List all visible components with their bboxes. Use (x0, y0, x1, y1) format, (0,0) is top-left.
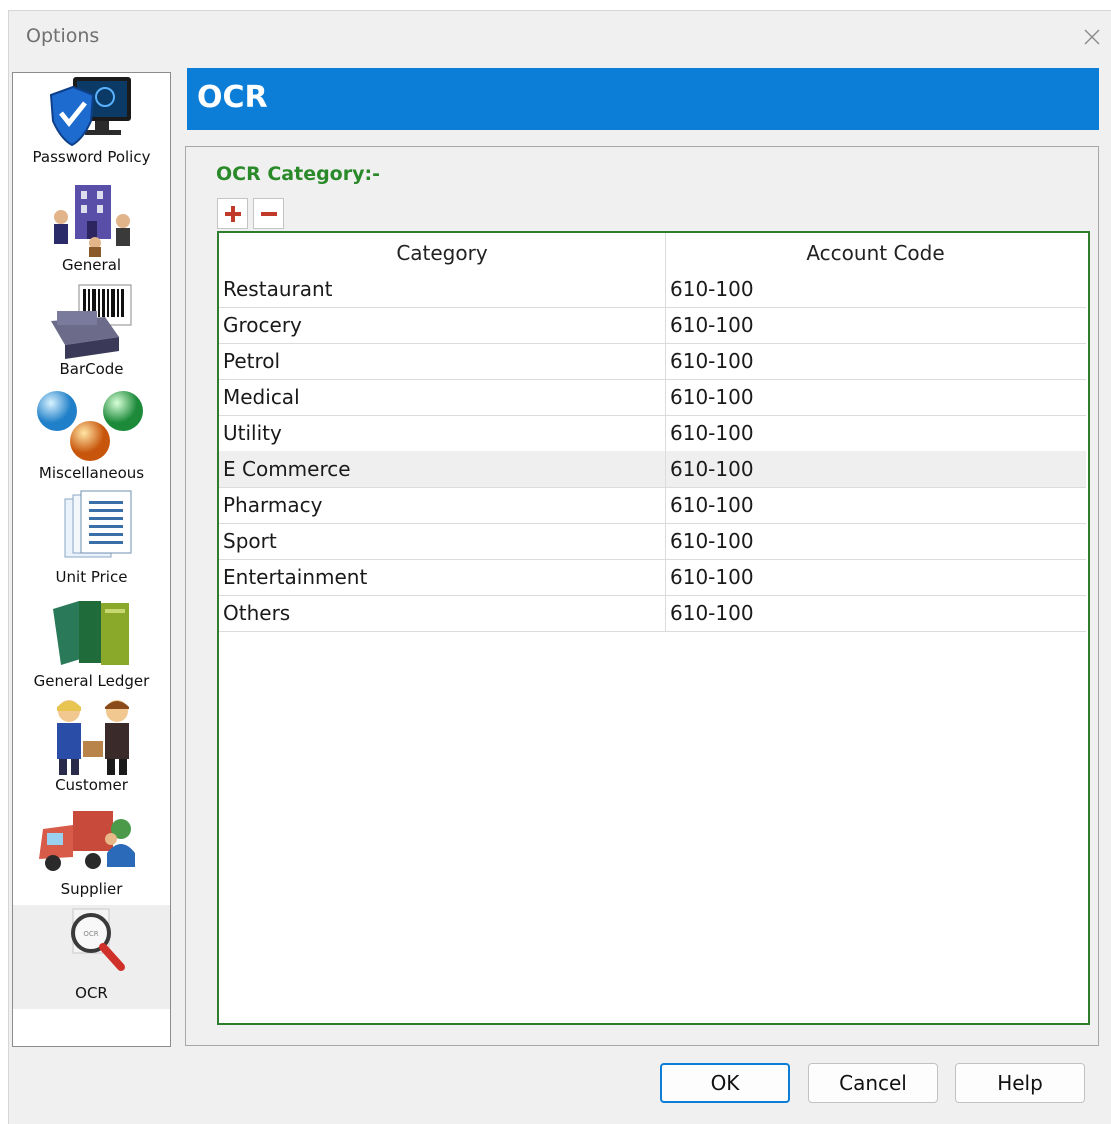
sidebar-item-unit-price[interactable]: Unit Price (13, 489, 170, 593)
table-row[interactable]: E Commerce 610-100 (219, 451, 1086, 488)
table-row[interactable]: Pharmacy 610-100 (219, 487, 1086, 524)
sidebar-item-barcode[interactable]: BarCode (13, 281, 170, 385)
category-cell[interactable]: Restaurant (223, 271, 333, 307)
svg-text:OCR: OCR (83, 930, 98, 938)
account-code-cell[interactable]: 610-100 (670, 487, 754, 523)
account-code-cell[interactable]: 610-100 (670, 559, 754, 595)
delivery-truck-icon (39, 811, 135, 871)
sidebar-item-label: Password Policy (32, 148, 151, 166)
table-row[interactable]: Others 610-100 (219, 595, 1086, 632)
ok-button[interactable]: OK (660, 1063, 790, 1103)
table-row[interactable]: Entertainment 610-100 (219, 559, 1086, 596)
remove-category-button[interactable] (253, 198, 284, 229)
sidebar-item-supplier[interactable]: Supplier (13, 801, 170, 905)
account-code-cell[interactable]: 610-100 (670, 523, 754, 559)
column-header-account-code[interactable]: Account Code (665, 233, 1086, 271)
category-cell[interactable]: Pharmacy (223, 487, 322, 523)
barcode-printer-icon (51, 284, 132, 359)
sidebar-item-ocr[interactable]: OCR OCR (13, 905, 170, 1009)
table-row[interactable]: Sport 610-100 (219, 523, 1086, 560)
window-title: Options (26, 25, 100, 47)
category-cell[interactable]: E Commerce (223, 451, 351, 487)
add-category-button[interactable] (217, 198, 248, 229)
account-code-cell[interactable]: 610-100 (670, 343, 754, 379)
page-header: OCR (187, 68, 1099, 130)
table-row[interactable]: Utility 610-100 (219, 415, 1086, 452)
table-row[interactable]: Petrol 610-100 (219, 343, 1086, 380)
ocr-category-label: OCR Category:- (216, 163, 380, 185)
category-cell[interactable]: Medical (223, 379, 300, 415)
column-header-category[interactable]: Category (219, 233, 665, 271)
account-code-cell[interactable]: 610-100 (670, 451, 754, 487)
help-button[interactable]: Help (955, 1063, 1085, 1103)
building-people-icon (54, 185, 130, 257)
options-sidebar: Password Policy General BarCode Miscella… (12, 72, 171, 1047)
account-code-cell[interactable]: 610-100 (670, 415, 754, 451)
ocr-panel: OCR Category:- Category Account Code Res… (185, 146, 1099, 1046)
sidebar-item-general-ledger[interactable]: General Ledger (13, 593, 170, 697)
category-cell[interactable]: Entertainment (223, 559, 367, 595)
cancel-button[interactable]: Cancel (808, 1063, 938, 1103)
shield-monitor-icon (49, 77, 131, 147)
page-title: OCR (197, 80, 268, 115)
ledger-books-icon (53, 601, 129, 665)
table-row[interactable]: Restaurant 610-100 (219, 271, 1086, 308)
category-cell[interactable]: Sport (223, 523, 277, 559)
close-button[interactable] (1076, 21, 1108, 53)
minus-icon (260, 211, 277, 216)
table-row[interactable]: Grocery 610-100 (219, 307, 1086, 344)
account-code-cell[interactable]: 610-100 (670, 379, 754, 415)
spheres-icon (37, 391, 143, 461)
ocr-magnifier-icon: OCR (71, 908, 125, 971)
sidebar-item-miscellaneous[interactable]: Miscellaneous (13, 385, 170, 489)
sidebar-item-label: Supplier (60, 880, 123, 898)
table-row[interactable]: Medical 610-100 (219, 379, 1086, 416)
sidebar-item-label: Miscellaneous (38, 464, 145, 482)
category-cell[interactable]: Others (223, 595, 290, 631)
sidebar-item-label: General Ledger (33, 672, 150, 690)
account-code-cell[interactable]: 610-100 (670, 307, 754, 343)
sidebar-item-label: Unit Price (55, 568, 128, 586)
sidebar-item-label: BarCode (59, 360, 124, 378)
sidebar-item-customer[interactable]: Customer (13, 697, 170, 801)
sidebar-item-label: General (61, 256, 122, 274)
category-cell[interactable]: Utility (223, 415, 282, 451)
sidebar-item-password-policy[interactable]: Password Policy (13, 73, 170, 177)
grid-header: Category Account Code (219, 233, 1088, 271)
documents-icon (64, 490, 132, 558)
sidebar-item-general[interactable]: General (13, 177, 170, 281)
sidebar-item-label: Customer (55, 776, 128, 794)
customer-people-icon (57, 700, 129, 775)
title-bar: Options (9, 11, 1111, 63)
account-code-cell[interactable]: 610-100 (670, 271, 754, 307)
plus-icon (224, 205, 241, 222)
category-grid[interactable]: Category Account Code Restaurant 610-100… (217, 231, 1090, 1025)
column-divider (665, 233, 666, 631)
account-code-cell[interactable]: 610-100 (670, 595, 754, 631)
category-cell[interactable]: Grocery (223, 307, 302, 343)
close-icon (1084, 29, 1100, 45)
category-cell[interactable]: Petrol (223, 343, 280, 379)
sidebar-item-label: OCR (75, 984, 108, 1002)
